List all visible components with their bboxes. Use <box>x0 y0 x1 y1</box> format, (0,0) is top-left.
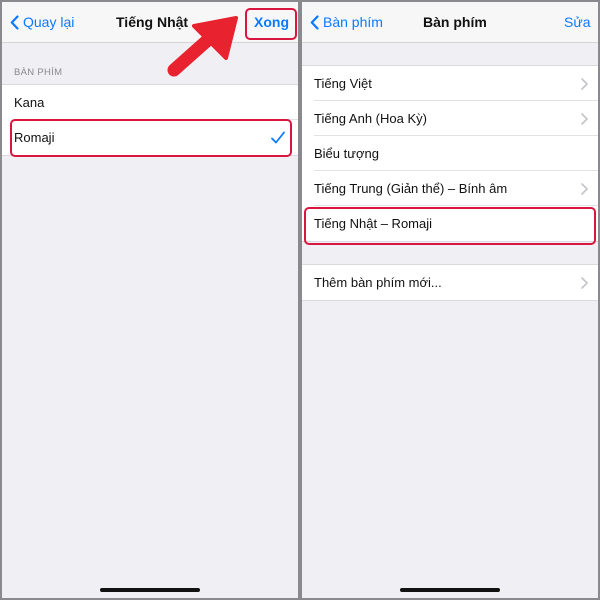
home-indicator <box>400 588 500 592</box>
right-nav-bar: Bàn phím Bàn phím Sửa <box>302 2 598 43</box>
chevron-right-icon <box>581 276 588 289</box>
list-item-romaji[interactable]: Romaji <box>2 120 298 155</box>
list-item-label: Tiếng Nhật – Romaji <box>314 216 433 231</box>
list-item-english-us[interactable]: Tiếng Anh (Hoa Kỳ) <box>302 101 598 136</box>
chevron-right-icon <box>581 182 588 195</box>
back-button-label: Quay lại <box>23 14 75 30</box>
list-item-label: Tiếng Việt <box>314 76 372 91</box>
list-item-label: Romaji <box>14 130 55 145</box>
list-item-vietnamese[interactable]: Tiếng Việt <box>302 66 598 101</box>
chevron-left-icon <box>310 14 319 30</box>
list-item-label: Tiếng Trung (Giản thể) – Bính âm <box>314 181 508 196</box>
red-arrow-icon <box>167 16 238 77</box>
list-item-japanese-romaji[interactable]: Tiếng Nhật – Romaji <box>302 206 598 241</box>
chevron-right-icon <box>581 77 588 90</box>
list-item-label: Tiếng Anh (Hoa Kỳ) <box>314 111 427 126</box>
list-item-label: Kana <box>14 95 45 110</box>
list-item-chinese-pinyin[interactable]: Tiếng Trung (Giản thể) – Bính âm <box>302 171 598 206</box>
checkmark-icon <box>271 131 285 143</box>
back-button[interactable]: Bàn phím <box>310 2 383 42</box>
back-button[interactable]: Quay lại <box>10 2 74 42</box>
keyboards-list: Tiếng Việt Tiếng Anh (Hoa Kỳ) Biểu tượng… <box>302 65 598 242</box>
back-button-label: Bàn phím <box>323 14 383 30</box>
add-keyboard-group: Thêm bàn phím mới... <box>302 264 598 301</box>
left-nav-bar: Quay lại Tiếng Nhật Xong <box>2 2 298 43</box>
chevron-left-icon <box>10 14 19 30</box>
add-keyboard-label: Thêm bàn phím mới... <box>314 275 442 290</box>
chevron-right-icon <box>581 112 588 125</box>
edit-button[interactable]: Sửa <box>564 2 591 42</box>
keyboard-type-list: Kana Romaji <box>2 84 298 156</box>
list-item-label: Biểu tượng <box>314 146 379 161</box>
left-screen: Quay lại Tiếng Nhật Xong BÀN PHÍM Kana R… <box>2 2 298 598</box>
home-indicator <box>100 588 200 592</box>
add-keyboard-button[interactable]: Thêm bàn phím mới... <box>302 265 598 300</box>
page-title: Bàn phím <box>423 14 487 30</box>
section-header-keyboard: BÀN PHÍM <box>14 67 63 78</box>
list-item-kana[interactable]: Kana <box>2 85 298 120</box>
done-button[interactable]: Xong <box>254 2 289 42</box>
right-screen: Bàn phím Bàn phím Sửa Tiếng Việt Tiếng A… <box>302 2 598 598</box>
list-item-emoji[interactable]: Biểu tượng <box>302 136 598 171</box>
